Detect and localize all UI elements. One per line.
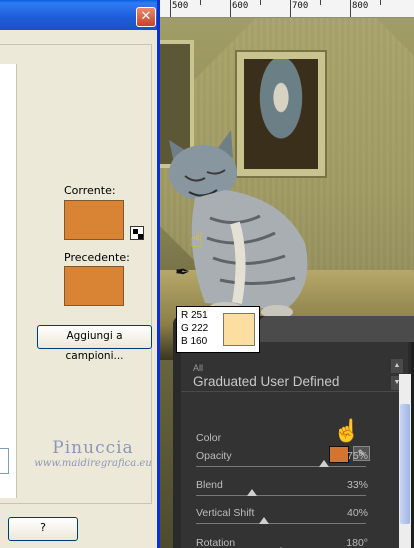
slider-track[interactable] <box>196 495 366 496</box>
color-field-panel[interactable] <box>0 64 17 498</box>
scrollbar-thumb[interactable] <box>400 404 410 524</box>
add-to-swatches-button[interactable]: Aggiungi a campioni... <box>37 325 152 362</box>
sampled-color-preview <box>223 313 255 346</box>
slider-label: Blend <box>196 479 223 491</box>
previous-color-label: Precedente: <box>64 251 130 264</box>
panel-scrollbar[interactable] <box>399 374 411 548</box>
color-label: Color <box>196 432 222 444</box>
preset-selector[interactable]: All Graduated User Defined ▲ ▼ <box>181 359 405 392</box>
slider-thumb[interactable] <box>247 489 258 496</box>
panel-body: All Graduated User Defined ▲ ▼ Color ✎ ☝… <box>181 342 408 548</box>
ruler-label: 700 <box>292 1 309 11</box>
ruler-label: 800 <box>352 1 369 11</box>
watermark-name: Pinuccia <box>52 438 134 458</box>
preset-category: All <box>193 363 204 373</box>
eyedropper-icon: ✒ <box>175 262 191 283</box>
slider-label: Rotation <box>196 537 236 548</box>
dialog-titlebar[interactable]: ✕ <box>0 0 157 30</box>
watermark-url: www.maidiregrafica.eu <box>34 458 152 469</box>
slider-value: 75% <box>346 450 368 462</box>
help-button[interactable]: ? <box>8 517 78 541</box>
slider-thumb[interactable] <box>259 517 269 524</box>
slider-track[interactable] <box>196 523 366 524</box>
previous-color-swatch[interactable] <box>64 266 124 306</box>
hand-pointer-icon: ☝ <box>333 418 361 443</box>
current-color-label: Corrente: <box>64 184 116 197</box>
current-color-swatch[interactable] <box>64 200 124 240</box>
rgb-readout-tooltip: R 251 G 222 B 160 <box>176 306 260 353</box>
preset-name: Graduated User Defined <box>193 374 340 389</box>
slider-value: 40% <box>346 507 368 519</box>
slider-label: Vertical Shift <box>196 507 255 519</box>
close-button[interactable]: ✕ <box>136 7 156 27</box>
slider-track[interactable] <box>196 466 366 467</box>
chevron-up-icon[interactable]: ▲ <box>391 359 403 373</box>
hex-input-field[interactable] <box>0 448 9 474</box>
slider-label: Opacity <box>196 450 232 462</box>
hand-pointer-icon: ☝ <box>190 228 204 253</box>
panel-tab[interactable] <box>259 316 414 342</box>
horizontal-ruler: 500 600 700 800 <box>160 0 414 18</box>
swap-colors-icon[interactable] <box>130 226 144 240</box>
slider-thumb[interactable] <box>318 460 329 467</box>
ruler-label: 500 <box>172 1 189 11</box>
ruler-label: 600 <box>232 1 249 11</box>
slider-value: 33% <box>346 479 368 491</box>
watermark: Pinuccia www.maidiregrafica.eu <box>13 438 173 469</box>
slider-value: 180° <box>346 537 368 548</box>
